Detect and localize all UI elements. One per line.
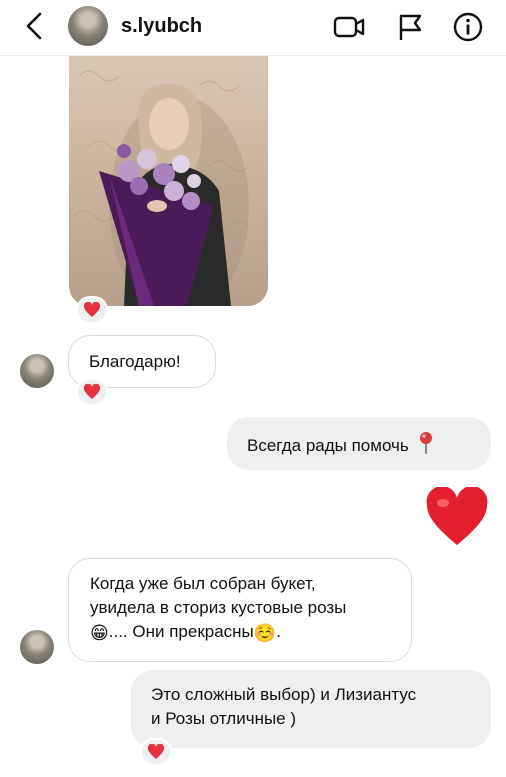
message-line: 😁.... Они прекрасны☺️. (90, 620, 411, 645)
message-bubble-outgoing[interactable]: Всегда рады помочь (227, 417, 491, 470)
heart-icon (83, 302, 101, 317)
heart-icon (147, 744, 165, 759)
smiling-emoji: ☺️ (253, 623, 277, 643)
message-line: увидела в сториз кустовые розы (90, 598, 347, 617)
info-icon[interactable] (451, 10, 485, 44)
header-avatar[interactable] (68, 6, 108, 46)
message-text: Всегда рады помочь (247, 436, 409, 455)
grinning-emoji: 😁 (90, 623, 109, 643)
pushpin-emoji (420, 432, 433, 454)
photo-reaction[interactable] (76, 296, 108, 324)
message-line: и Розы отличные ) (151, 709, 297, 728)
sender-avatar[interactable] (20, 630, 54, 664)
message-line: Это сложный выбор) и Лизиантус (151, 685, 417, 704)
message-text: . (276, 622, 281, 641)
sender-avatar[interactable] (20, 354, 54, 388)
flag-icon[interactable] (393, 10, 427, 44)
video-call-icon[interactable] (332, 10, 366, 44)
big-heart-emoji[interactable] (425, 487, 489, 547)
message-bubble-incoming[interactable]: Когда уже был собран букет, увидела в ст… (68, 558, 412, 662)
shared-photo[interactable] (69, 56, 268, 306)
chat-header: s.lyubch (0, 0, 506, 56)
back-chevron-icon[interactable] (20, 10, 50, 42)
chat-username[interactable]: s.lyubch (121, 15, 202, 38)
message-text: .... Они прекрасны (108, 622, 254, 641)
message-text: Благодарю! (89, 352, 181, 371)
message-bubble-outgoing[interactable]: Это сложный выбор) и Лизиантус и Розы от… (131, 670, 491, 748)
message-line: Когда уже был собран букет, (90, 574, 316, 593)
message-reaction[interactable] (76, 378, 108, 406)
heart-icon (83, 384, 101, 399)
message-reaction[interactable] (140, 738, 172, 766)
